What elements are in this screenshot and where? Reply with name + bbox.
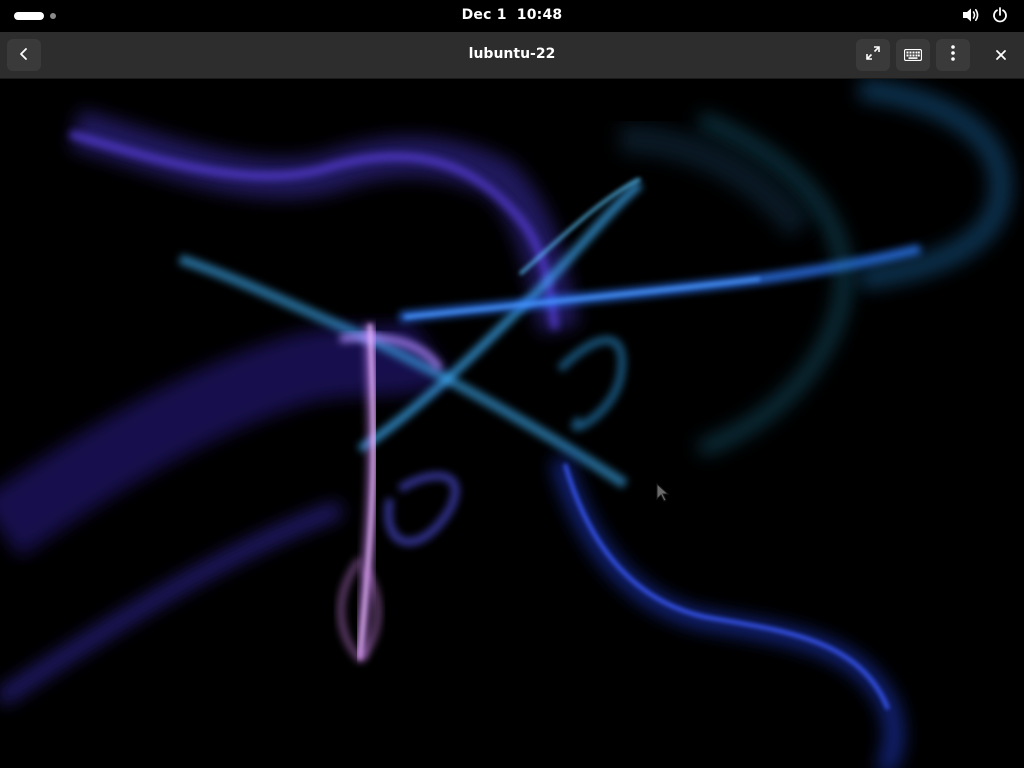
header-bar: lubuntu-22 [0,32,1024,79]
screensaver-ribbons [0,79,1013,768]
fullscreen-button[interactable] [856,39,890,71]
date-time-button[interactable]: Dec 1 10:48 [456,5,569,25]
keyboard-button[interactable] [896,39,930,71]
system-menu-button[interactable] [962,7,1008,23]
menu-button[interactable] [936,39,970,71]
menu-icon [950,44,956,66]
top-bar: Dec 1 10:48 [0,0,1024,32]
fullscreen-icon [865,45,881,65]
clock: Dec 1 10:48 [0,7,1024,23]
power-icon [992,7,1008,23]
close-button[interactable] [984,39,1018,71]
close-icon [995,46,1007,65]
date-label: Dec 1 [461,7,507,23]
time-label: 10:48 [516,7,563,23]
mouse-pointer [656,483,670,503]
vm-display[interactable] [0,79,1024,768]
keyboard-icon [903,46,923,65]
volume-icon [962,7,980,23]
